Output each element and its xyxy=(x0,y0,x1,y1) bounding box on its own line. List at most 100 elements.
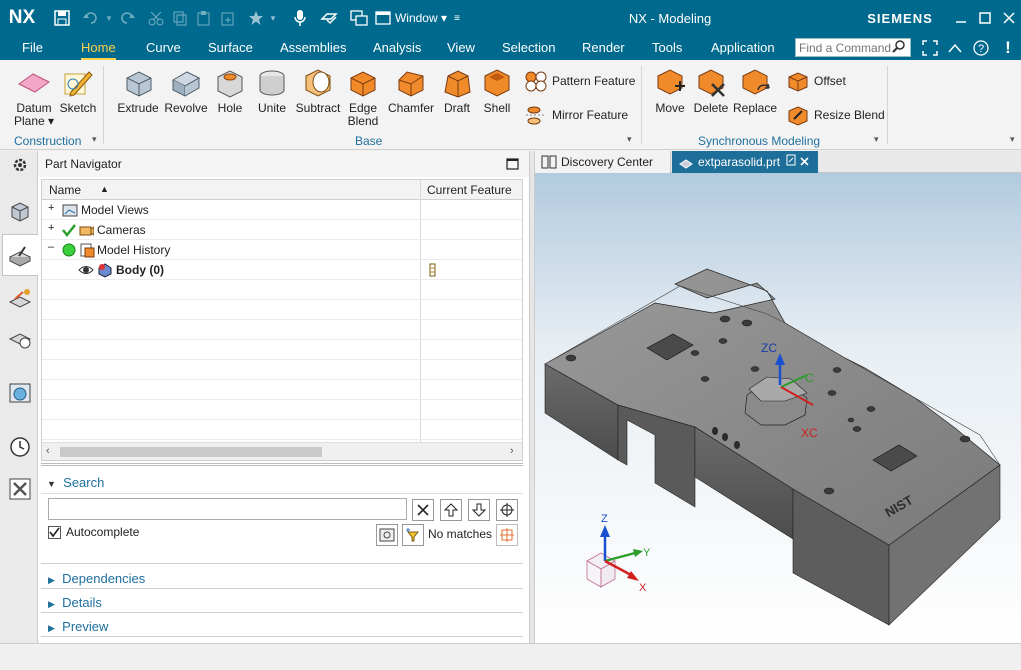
window-switch-icon[interactable] xyxy=(348,0,370,36)
base-more-icon[interactable]: ▾ xyxy=(627,134,632,145)
construction-more-icon[interactable]: ▾ xyxy=(92,134,97,145)
microphone-icon[interactable] xyxy=(290,0,310,36)
tree-row[interactable]: – Model History xyxy=(42,240,522,260)
maximize-icon[interactable] xyxy=(974,0,996,36)
resize-blend-button[interactable]: Resize Blend xyxy=(786,104,885,126)
tab-selection[interactable]: Selection xyxy=(502,36,555,60)
tab-extparasolid[interactable]: extparasolid.prt xyxy=(672,151,818,173)
close-tab-icon[interactable] xyxy=(800,151,809,173)
window-menu[interactable]: Window ▾ xyxy=(393,0,449,36)
maximize-panel-icon[interactable] xyxy=(506,158,519,173)
constraint-navigator-icon[interactable] xyxy=(6,285,34,313)
tree-row[interactable]: + Model Views xyxy=(42,200,522,220)
locate-button[interactable] xyxy=(496,524,518,546)
undo-icon[interactable] xyxy=(80,0,100,36)
replace-face-button[interactable]: Replace xyxy=(733,66,777,115)
autocomplete-option[interactable]: Autocomplete xyxy=(48,525,139,539)
reuse-library-icon[interactable] xyxy=(6,325,34,353)
sync-more-icon[interactable]: ▾ xyxy=(874,134,879,145)
mirror-feature-button[interactable]: Mirror Feature xyxy=(524,104,628,126)
tab-home[interactable]: Home xyxy=(81,36,116,60)
filter-button[interactable] xyxy=(402,524,424,546)
expand-icon[interactable]: + xyxy=(48,202,54,214)
offset-region-button[interactable]: Offset xyxy=(786,70,846,92)
minimize-icon[interactable] xyxy=(950,0,972,36)
pattern-feature-button[interactable]: Pattern Feature xyxy=(524,70,635,92)
chamfer-button[interactable]: Chamfer xyxy=(388,66,434,115)
extrude-button[interactable]: Extrude xyxy=(117,66,159,115)
alert-icon[interactable]: ! xyxy=(998,36,1018,60)
copy-icon[interactable] xyxy=(170,0,190,36)
tab-curve[interactable]: Curve xyxy=(146,36,181,60)
revolve-button[interactable]: Revolve xyxy=(164,66,208,115)
tree-row[interactable]: Body (0) xyxy=(42,260,522,280)
datum-plane-button[interactable]: Datum Plane ▾ xyxy=(13,66,55,128)
tab-analysis[interactable]: Analysis xyxy=(373,36,421,60)
autocomplete-checkbox[interactable] xyxy=(48,525,61,539)
shell-button[interactable]: Shell xyxy=(478,66,516,115)
customize-qat-icon[interactable]: ≡ xyxy=(451,0,463,36)
sketch-button[interactable]: Sketch xyxy=(58,66,98,115)
collapse-icon[interactable]: – xyxy=(48,241,54,253)
scroll-right-icon[interactable]: › xyxy=(510,445,514,457)
tab-render[interactable]: Render xyxy=(582,36,625,60)
touch-mode-icon[interactable] xyxy=(318,0,340,36)
tab-tools[interactable]: Tools xyxy=(652,36,682,60)
eye-visibility-icon[interactable] xyxy=(78,262,94,281)
cut-icon[interactable] xyxy=(146,0,166,36)
help-icon[interactable]: ? xyxy=(970,36,992,60)
column-name-header[interactable]: Name xyxy=(49,183,81,197)
subtract-button[interactable]: Subtract xyxy=(295,66,341,115)
search-text-input[interactable] xyxy=(48,498,407,520)
tab-surface[interactable]: Surface xyxy=(208,36,253,60)
part-navigator-icon[interactable] xyxy=(6,241,34,269)
redo-icon[interactable] xyxy=(118,0,138,36)
roles-tools-icon[interactable] xyxy=(6,475,34,503)
details-section[interactable]: ▶ Details xyxy=(41,595,523,610)
web-browser-icon[interactable] xyxy=(6,379,34,407)
move-face-button[interactable]: Move xyxy=(650,66,690,115)
delete-face-button[interactable]: Delete xyxy=(691,66,731,115)
tab-assemblies[interactable]: Assemblies xyxy=(280,36,346,60)
collapse-ribbon-icon[interactable] xyxy=(945,36,965,60)
dependencies-section[interactable]: ▶ Dependencies xyxy=(41,571,523,586)
save-icon[interactable] xyxy=(50,0,74,36)
command-search-input[interactable] xyxy=(796,39,892,56)
fullscreen-icon[interactable] xyxy=(920,36,940,60)
edge-blend-button[interactable]: Edge Blend xyxy=(343,66,383,128)
horizontal-scrollbar[interactable]: ‹ › xyxy=(42,442,522,460)
menu-file[interactable]: File xyxy=(22,36,43,60)
part-model-render[interactable]: NIST ZC C XC Z Y X xyxy=(535,173,1021,643)
favorite-star-icon[interactable] xyxy=(246,0,266,36)
paste-special-icon[interactable] xyxy=(218,0,238,36)
select-all-found-button[interactable] xyxy=(496,499,518,521)
tree-row[interactable]: + Cameras xyxy=(42,220,522,240)
close-icon[interactable] xyxy=(998,0,1020,36)
paste-icon[interactable] xyxy=(194,0,214,36)
gear-icon[interactable] xyxy=(6,151,34,179)
scrollbar-thumb[interactable] xyxy=(60,447,322,457)
search-options-button[interactable] xyxy=(376,524,398,546)
scroll-left-icon[interactable]: ‹ xyxy=(46,445,50,457)
graphics-window[interactable]: Discovery Center extparasolid.prt NIST Z… xyxy=(535,151,1021,643)
history-clock-icon[interactable] xyxy=(6,433,34,461)
search-icon[interactable] xyxy=(892,39,906,56)
undo-dropdown-icon[interactable]: ▾ xyxy=(102,0,116,36)
tab-application[interactable]: Application xyxy=(711,36,775,60)
preview-section[interactable]: ▶ Preview xyxy=(41,619,523,634)
ribbon-options-icon[interactable]: ▾ xyxy=(1010,134,1015,145)
unite-button[interactable]: Unite xyxy=(254,66,290,115)
tab-discovery-center[interactable]: Discovery Center xyxy=(535,151,671,173)
clear-search-button[interactable] xyxy=(412,499,434,521)
find-previous-button[interactable] xyxy=(440,499,462,521)
favorite-dropdown-icon[interactable]: ▾ xyxy=(266,0,280,36)
find-next-button[interactable] xyxy=(468,499,490,521)
draft-button[interactable]: Draft xyxy=(438,66,476,115)
assembly-navigator-icon[interactable] xyxy=(6,197,34,225)
hole-button[interactable]: Hole xyxy=(211,66,249,115)
search-section-header[interactable]: ▼ Search xyxy=(41,475,523,490)
splitter[interactable] xyxy=(41,463,523,466)
tab-view[interactable]: View xyxy=(447,36,475,60)
command-search-box[interactable] xyxy=(795,38,911,57)
panel-splitter[interactable] xyxy=(529,151,535,643)
